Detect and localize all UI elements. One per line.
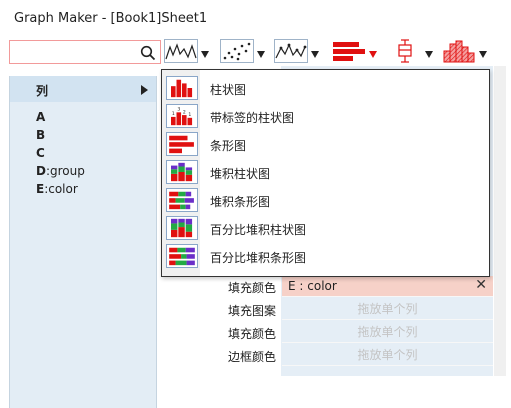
property-drop-target[interactable]: 拖放单个列 [282, 299, 493, 320]
svg-text:1: 1 [188, 112, 191, 118]
line-symbol-chart-icon [274, 39, 308, 63]
column-item-a[interactable]: A [36, 108, 85, 126]
column-header[interactable]: 列 [10, 76, 156, 102]
property-value: E : color [288, 279, 337, 293]
title-bar: Graph Maker - [Book1]Sheet1 [0, 0, 511, 36]
scatter-chart-icon [220, 39, 254, 63]
search-input[interactable] [9, 40, 161, 64]
svg-text:1: 1 [172, 111, 175, 117]
column-list: 列 A B C D:group E:color [9, 76, 157, 408]
property-label: 填充颜色 [227, 281, 276, 295]
column-panel: 列 A B C D:group E:color [5, 36, 161, 408]
property-row-fill-color-2: 填充颜色 拖放单个列 [160, 322, 494, 344]
menu-item-bar-chart[interactable]: 条形图 [162, 130, 489, 158]
box-chart-icon [398, 39, 412, 63]
clear-icon[interactable]: ✕ [475, 277, 487, 293]
property-row-fill-color: 填充颜色 E : color ✕ [160, 276, 494, 298]
column-item-b[interactable]: B [36, 126, 85, 144]
property-label: 边框颜色 [227, 350, 276, 364]
bar-chart-button[interactable] [332, 39, 378, 65]
expand-arrow-icon[interactable] [141, 85, 148, 95]
menu-item-labeled-column-chart[interactable]: 1321 带标签的柱状图 [162, 102, 489, 130]
vertical-scrollbar[interactable] [494, 66, 506, 376]
column-header-label: 列 [36, 84, 49, 98]
histogram-chart-icon [443, 40, 475, 63]
scatter-chart-button[interactable] [220, 39, 266, 65]
property-label: 填充颜色 [227, 327, 276, 341]
bar-chart-type-menu: 柱状图 1321 带标签的柱状图 条形图 堆积柱状图 堆积条形图 百分比堆积柱状… [161, 69, 490, 277]
window-title: Graph Maker - [Book1]Sheet1 [14, 11, 208, 26]
line-chart-button[interactable] [164, 39, 210, 65]
svg-text:2: 2 [183, 109, 186, 115]
property-drop-target[interactable]: E : color ✕ [282, 276, 493, 297]
horizontal-bar-chart-icon [166, 132, 198, 156]
property-label: 填充图案 [227, 304, 276, 318]
stacked-bar-chart-icon [166, 188, 198, 212]
property-drop-target[interactable]: 拖放单个列 [282, 345, 493, 366]
stacked-column-chart-icon [166, 160, 198, 184]
menu-item-stacked-column-chart[interactable]: 堆积柱状图 [162, 158, 489, 186]
percent-stacked-bar-chart-icon [166, 244, 198, 268]
box-chart-button[interactable] [388, 39, 434, 65]
svg-text:3: 3 [177, 107, 180, 113]
histogram-chart-button[interactable] [442, 39, 488, 65]
menu-item-percent-stacked-bar-chart[interactable]: 百分比堆积条形图 [162, 242, 489, 270]
column-item-e[interactable]: E:color [36, 180, 85, 198]
property-row-fill-pattern: 填充图案 拖放单个列 [160, 299, 494, 321]
line-chart-icon [164, 39, 198, 63]
property-row-border-color: 边框颜色 拖放单个列 [160, 345, 494, 367]
menu-item-stacked-bar-chart[interactable]: 堆积条形图 [162, 186, 489, 214]
property-drop-target[interactable]: 拖放单个列 [282, 322, 493, 343]
chart-type-toolbar [160, 36, 511, 66]
labeled-column-chart-icon: 1321 [166, 104, 198, 128]
line-symbol-chart-button[interactable] [274, 39, 320, 65]
column-item-c[interactable]: C [36, 144, 85, 162]
column-chart-icon [166, 76, 198, 100]
menu-item-percent-stacked-column-chart[interactable]: 百分比堆积柱状图 [162, 214, 489, 242]
column-item-d[interactable]: D:group [36, 162, 85, 180]
search-icon[interactable] [140, 45, 156, 61]
bar-chart-icon [333, 42, 365, 61]
percent-stacked-column-chart-icon [166, 216, 198, 240]
menu-item-column-chart[interactable]: 柱状图 [162, 74, 489, 102]
